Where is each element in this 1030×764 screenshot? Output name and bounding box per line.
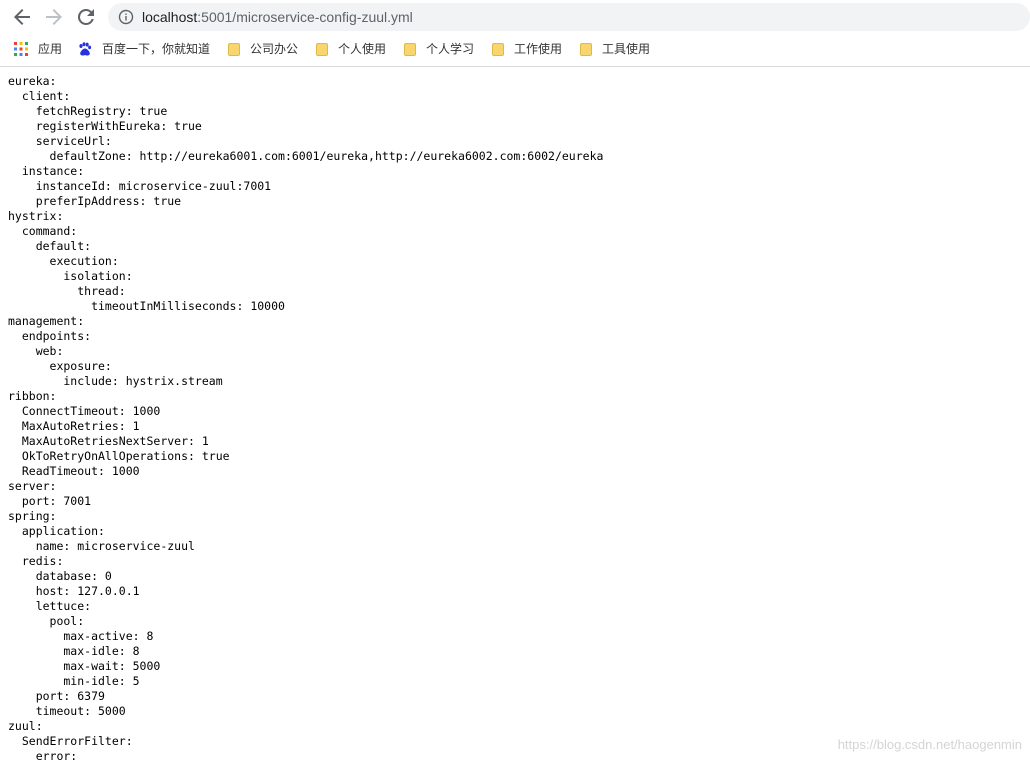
yaml-line: zuul:: [8, 719, 43, 733]
yaml-line: client:: [8, 89, 71, 103]
yaml-line: ConnectTimeout: 1000: [8, 404, 161, 418]
bookmark-label: 个人使用: [338, 41, 387, 56]
baidu-paw-icon: [78, 42, 92, 56]
folder-icon: [492, 42, 504, 56]
folder-icon: [316, 42, 328, 56]
yaml-line: OkToRetryOnAllOperations: true: [8, 449, 230, 463]
yaml-line: redis:: [8, 554, 64, 568]
bookmark-label: 百度一下，你就知道: [102, 41, 211, 56]
yaml-line: command:: [8, 224, 78, 238]
yaml-line: timeoutInMilliseconds: 10000: [8, 299, 285, 313]
yaml-line: include: hystrix.stream: [8, 374, 223, 388]
back-arrow-icon: [14, 9, 30, 25]
yaml-line: lettuce:: [8, 599, 92, 613]
bookmark-label: 工作使用: [514, 41, 563, 56]
browser-toolbar: localhost:5001/microservice-config-zuul.…: [0, 0, 1030, 33]
yaml-line: pool:: [8, 614, 85, 628]
watermark: https://blog.csdn.net/haogenmin: [837, 737, 1022, 752]
yaml-line: ribbon:: [8, 389, 57, 403]
yaml-line: ReadTimeout: 1000: [8, 464, 140, 478]
yaml-line: execution:: [8, 254, 119, 268]
yaml-line: server:: [8, 479, 57, 493]
yaml-line: timeout: 5000: [8, 704, 126, 718]
bookmark-label: 应用: [38, 41, 63, 56]
folder-icon: [404, 42, 416, 56]
yaml-line: max-wait: 5000: [8, 659, 161, 673]
apps-grid-icon: [14, 42, 28, 56]
bookmark-baidu[interactable]: 百度一下，你就知道: [78, 40, 210, 58]
url-host: localhost: [142, 9, 198, 25]
yaml-line: web:: [8, 344, 64, 358]
yaml-line: port: 6379: [8, 689, 105, 703]
forward-button[interactable]: [42, 5, 66, 29]
folder-icon: [228, 42, 240, 56]
url-text[interactable]: localhost:5001/microservice-config-zuul.…: [142, 8, 413, 26]
address-bar[interactable]: localhost:5001/microservice-config-zuul.…: [108, 3, 1030, 31]
yaml-line: hystrix:: [8, 209, 64, 223]
url-path: :5001/microservice-config-zuul.yml: [197, 9, 413, 25]
yaml-line: database: 0: [8, 569, 112, 583]
folder-icon: [580, 42, 592, 56]
reload-button[interactable]: [74, 5, 98, 29]
yaml-line: defaultZone: http://eureka6001.com:6001/…: [8, 149, 604, 163]
yaml-line: spring:: [8, 509, 57, 523]
yaml-line: exposure:: [8, 359, 112, 373]
back-button[interactable]: [10, 5, 34, 29]
yaml-line: MaxAutoRetries: 1: [8, 419, 140, 433]
info-icon[interactable]: [118, 9, 134, 25]
reload-icon: [77, 8, 94, 25]
toolbar-divider: [0, 66, 1030, 67]
yaml-line: application:: [8, 524, 105, 538]
yaml-line: min-idle: 5: [8, 674, 140, 688]
yaml-line: port: 7001: [8, 494, 92, 508]
bookmark-label: 个人学习: [426, 41, 475, 56]
yaml-line: isolation:: [8, 269, 133, 283]
bookmark-label: 公司办公: [250, 41, 299, 56]
yaml-line: endpoints:: [8, 329, 92, 343]
yaml-line: host: 127.0.0.1: [8, 584, 140, 598]
yaml-line: serviceUrl:: [8, 134, 112, 148]
yaml-document: eureka: client: fetchRegistry: true regi…: [8, 74, 1023, 764]
bookmark-label: 工具使用: [602, 41, 651, 56]
bookmark-folder-company-office[interactable]: 公司办公: [228, 40, 298, 58]
bookmark-folder-work-use[interactable]: 工作使用: [492, 40, 562, 58]
yaml-line: eureka:: [8, 74, 57, 88]
bookmark-apps[interactable]: 应用: [14, 40, 62, 58]
yaml-line: preferIpAddress: true: [8, 194, 182, 208]
yaml-line: max-active: 8: [8, 629, 154, 643]
bookmark-folder-personal-study[interactable]: 个人学习: [404, 40, 474, 58]
yaml-line: registerWithEureka: true: [8, 119, 202, 133]
yaml-line: name: microservice-zuul: [8, 539, 195, 553]
yaml-line: max-idle: 8: [8, 644, 140, 658]
yaml-line: fetchRegistry: true: [8, 104, 168, 118]
yaml-line: management:: [8, 314, 85, 328]
yaml-line: MaxAutoRetriesNextServer: 1: [8, 434, 209, 448]
forward-arrow-icon: [46, 9, 62, 25]
bookmark-folder-personal-use[interactable]: 个人使用: [316, 40, 386, 58]
yaml-line: instanceId: microservice-zuul:7001: [8, 179, 272, 193]
bookmark-folder-tools-use[interactable]: 工具使用: [580, 40, 650, 58]
yaml-line: default:: [8, 239, 92, 253]
yaml-line: instance:: [8, 164, 85, 178]
yaml-line: thread:: [8, 284, 126, 298]
bookmarks-bar: 应用 百度一下，你就知道 公司办公 个人使用 个人学习 工作使用 工具使用: [0, 34, 1030, 62]
